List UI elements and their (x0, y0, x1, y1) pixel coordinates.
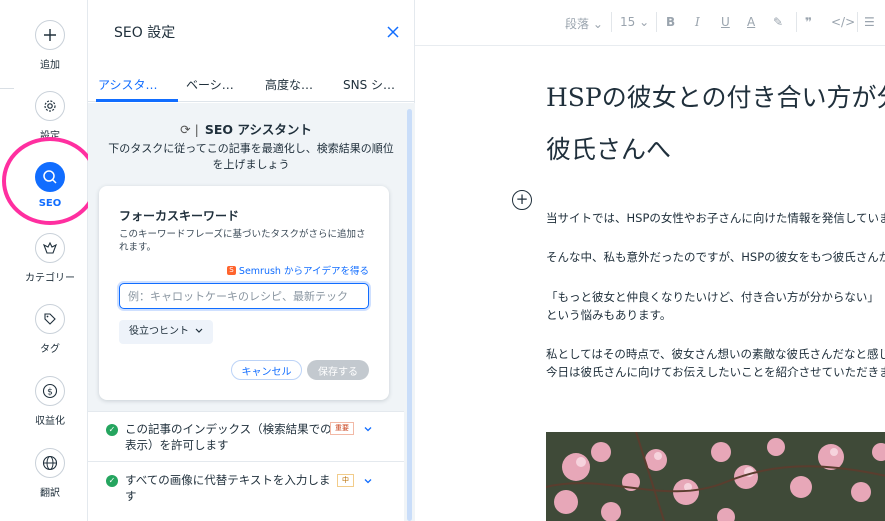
list-icon[interactable]: ☰ (864, 15, 875, 29)
post-title[interactable]: HSPの彼女との付き合い方が分からない彼氏さんへ (546, 72, 885, 176)
focus-keyword-input[interactable] (119, 283, 369, 309)
tab-assistant[interactable]: アシスタ… (98, 76, 158, 93)
save-button[interactable]: 保存する (307, 360, 369, 380)
category-icon (35, 233, 65, 263)
sidebar-item-label: 収益化 (35, 416, 65, 427)
font-size-label: 15 (620, 15, 636, 29)
panel-title: SEO 設定 (114, 25, 176, 41)
sidebar-item-add[interactable]: 追加 (0, 20, 100, 71)
text-color-icon[interactable]: A (747, 15, 755, 29)
tab-basic[interactable]: ベーシ… (186, 76, 234, 93)
focus-keyword-title: フォーカスキーワード (119, 209, 240, 223)
assistant-title: SEO アシスタント (204, 122, 312, 137)
tips-label: 役立つヒント (129, 326, 189, 337)
plus-icon (35, 20, 65, 50)
tips-dropdown[interactable]: 役立つヒント (119, 320, 214, 344)
semrush-link[interactable]: S Semrush からアイデアを得る (226, 263, 369, 277)
check-icon: ✓ (106, 424, 118, 436)
search-icon (35, 162, 65, 192)
semrush-label: Semrush からアイデアを得る (238, 266, 369, 277)
gear-icon (35, 91, 65, 121)
toolbar-divider (656, 12, 657, 32)
focus-keyword-description: このキーワードフレーズに基づいたタスクがさらに追加されます。 (119, 229, 366, 253)
svg-text:$: $ (47, 388, 53, 398)
refresh-icon: ⟳ | (180, 122, 199, 137)
task-text: すべての画像に代替テキストを入力します (125, 473, 331, 503)
body-paragraph[interactable]: 当サイトでは、HSPの女性やお子さんに向けた情報を発信しています。 (546, 209, 885, 227)
tab-sns[interactable]: SNS シ… (343, 76, 395, 93)
body-paragraph[interactable]: 「もっと彼女と仲良くなりたいけど、付き合い方が分からない」という悩みもあります。 (546, 288, 881, 324)
priority-badge: 重要 (330, 422, 354, 435)
chevron-down-icon[interactable] (363, 424, 373, 434)
assistant-description: 下のタスクに従ってこの記事を最適化し、検索結果の順位を上げましょう (108, 142, 394, 171)
underline-icon[interactable]: U (721, 15, 730, 29)
body-paragraph[interactable]: 私としてはその時点で、彼女さん想いの素敵な彼氏さんだなと感じました。 (546, 345, 885, 363)
sidebar-item-label: 追加 (40, 60, 60, 71)
add-block-button[interactable]: + (512, 190, 532, 210)
code-icon[interactable]: </> (831, 15, 855, 29)
sidebar-item-translate[interactable]: 翻訳 (0, 448, 100, 499)
scrollbar[interactable] (404, 103, 415, 521)
task-row[interactable]: ✓ この記事のインデックス（検索結果での表示）を許可します 重要 (88, 411, 404, 461)
sidebar-item-label: 翻訳 (40, 488, 60, 499)
chevron-down-icon (195, 328, 203, 333)
check-icon: ✓ (106, 475, 118, 487)
body-paragraph[interactable]: そんな中、私も意外だったのですが、HSPの彼女をもつ彼氏さんからの相談もあります… (546, 248, 885, 266)
sidebar-item-category[interactable]: カテゴリー (0, 233, 100, 284)
highlight-icon[interactable]: ✎ (773, 15, 783, 29)
quote-icon[interactable]: ❞ (805, 15, 812, 29)
task-row[interactable]: ✓ すべての画像に代替テキストを入力します 中 (88, 461, 404, 521)
focus-keyword-card: フォーカスキーワード このキーワードフレーズに基づいたタスクがさらに追加されます… (99, 186, 389, 400)
post-image[interactable] (546, 432, 885, 521)
active-tab-indicator (96, 99, 178, 102)
task-text: この記事のインデックス（検索結果での表示）を許可します (125, 422, 332, 452)
sidebar-item-monetize[interactable]: $ 収益化 (0, 376, 100, 427)
sidebar-item-seo[interactable]: SEO (0, 162, 100, 209)
panel-tabs: アシスタ… ベーシ… 高度な… SNS シ… (88, 64, 415, 102)
toolbar-divider (796, 12, 797, 32)
semrush-icon: S (226, 265, 236, 275)
font-size-dropdown[interactable]: 15 ⌄ (620, 15, 649, 29)
left-sidebar: 追加 設定 SEO カテゴリー タグ $ 収益化 翻訳 (0, 0, 98, 521)
sidebar-item-label: カテゴリー (25, 273, 75, 284)
tag-icon (35, 304, 65, 334)
globe-icon (35, 448, 65, 478)
tab-advanced[interactable]: 高度な… (265, 76, 313, 93)
italic-icon[interactable]: I (695, 15, 700, 29)
sidebar-item-tag[interactable]: タグ (0, 304, 100, 355)
rail-divider (0, 88, 14, 89)
paragraph-style-label: 段落 (565, 17, 590, 31)
seo-settings-panel: SEO 設定 アシスタ… ベーシ… 高度な… SNS シ… ⟳ | SEO アシス… (88, 0, 415, 521)
sidebar-item-label: 設定 (40, 131, 60, 142)
cancel-button[interactable]: キャンセル (231, 360, 302, 380)
body-paragraph[interactable]: 今日は彼氏さんに向けてお伝えしたいことを紹介させていただきます。 (546, 363, 885, 381)
toolbar-divider (857, 12, 858, 32)
scrollbar-thumb[interactable] (407, 109, 412, 521)
sidebar-item-label: タグ (40, 344, 60, 355)
chevron-down-icon[interactable] (363, 476, 373, 486)
sidebar-item-label: SEO (38, 198, 62, 209)
post-editor: 段落 ⌄ 15 ⌄ B I U A ✎ ❞ </> ☰ HSPの彼女との付き合い… (415, 0, 885, 521)
assistant-heading: ⟳ | SEO アシスタント (88, 119, 404, 138)
bold-icon[interactable]: B (666, 15, 675, 29)
dollar-icon: $ (35, 376, 65, 406)
priority-badge: 中 (337, 474, 354, 487)
assistant-content: ⟳ | SEO アシスタント 下のタスクに従ってこの記事を最適化し、検索結果の順位… (88, 103, 404, 521)
close-icon[interactable] (386, 24, 400, 38)
sidebar-item-settings[interactable]: 設定 (0, 91, 100, 142)
formatting-toolbar: 段落 ⌄ 15 ⌄ B I U A ✎ ❞ </> ☰ (415, 0, 885, 46)
paragraph-style-dropdown[interactable]: 段落 ⌄ (565, 15, 603, 32)
toolbar-divider (611, 12, 612, 32)
